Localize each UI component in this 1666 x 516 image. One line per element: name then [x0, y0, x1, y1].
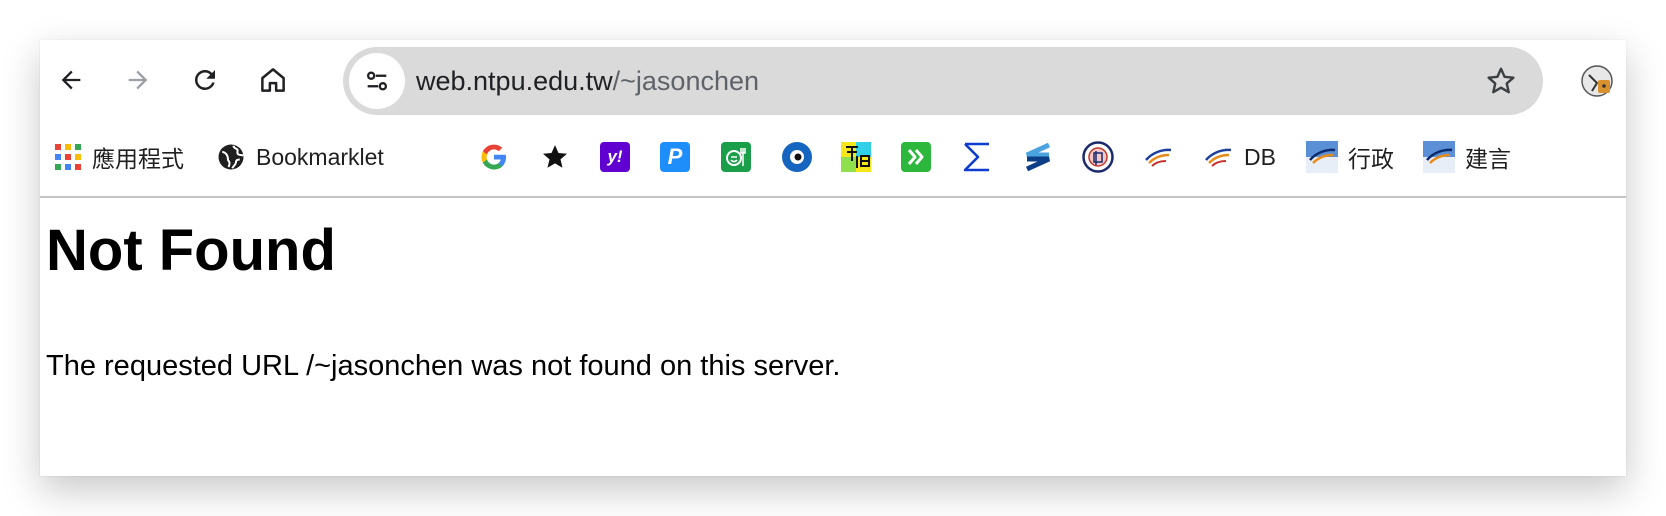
address-bar[interactable]: web.ntpu.edu.tw/~jasonchen	[343, 47, 1543, 115]
tune-icon	[366, 71, 388, 91]
bookmark-eye[interactable]	[781, 136, 813, 178]
bookmark-seal[interactable]	[1082, 136, 1114, 178]
home-icon	[261, 68, 285, 92]
bookmarks-bar: 應用程式 Bookmarklet y! P DB 行政 建言	[40, 122, 1626, 198]
url-path: /~jasonchen	[612, 66, 760, 96]
bird-logo-icon	[1145, 148, 1172, 167]
globe-icon	[218, 144, 245, 170]
bookmark-bookmarklet[interactable]: Bookmarklet	[216, 136, 384, 178]
browser-window: web.ntpu.edu.tw/~jasonchen 應用程式 Bookmark…	[40, 40, 1626, 476]
home-button[interactable]	[255, 62, 291, 98]
bookmark-apps[interactable]: 應用程式	[54, 136, 184, 178]
p-icon: P	[660, 142, 690, 172]
page-title: Not Found	[46, 218, 336, 283]
sigma-icon	[963, 142, 989, 172]
bird-logo-icon	[1205, 148, 1232, 167]
s-logo-icon	[1025, 142, 1051, 172]
reload-button[interactable]	[187, 62, 223, 98]
profile-button[interactable]	[1580, 64, 1614, 98]
reload-icon	[194, 69, 215, 90]
google-icon	[481, 144, 506, 170]
url-host: web.ntpu.edu.tw	[416, 66, 613, 96]
dictionary-icon	[841, 142, 871, 172]
bookmark-label: 行政	[1348, 146, 1394, 172]
bookmark-forward[interactable]	[901, 136, 931, 178]
bookmark-star-button[interactable]	[1483, 63, 1519, 99]
bookmark-yahoo[interactable]: y!	[600, 136, 630, 178]
bookmark-eat[interactable]	[721, 136, 751, 178]
bird-logo-icon	[1306, 141, 1338, 173]
site-info-button[interactable]	[349, 53, 405, 109]
arrow-right-icon	[128, 70, 148, 90]
forward-button[interactable]	[120, 62, 156, 98]
profile-avatar-icon	[1581, 65, 1613, 97]
apps-grid-icon	[55, 144, 81, 170]
bookmark-p[interactable]: P	[660, 136, 690, 178]
eat-icon	[721, 142, 751, 172]
star-outline-icon	[1487, 67, 1515, 94]
error-message: The requested URL /~jasonchen was not fo…	[46, 350, 841, 382]
bookmark-bird[interactable]	[1142, 136, 1174, 178]
seal-icon	[1082, 141, 1114, 173]
url-text[interactable]: web.ntpu.edu.tw/~jasonchen	[416, 65, 759, 97]
double-chevron-icon	[901, 142, 931, 172]
bookmark-s[interactable]	[1022, 136, 1054, 178]
bookmark-label: 應用程式	[92, 146, 184, 172]
bookmark-label: 建言	[1465, 146, 1511, 172]
browser-toolbar: web.ntpu.edu.tw/~jasonchen	[40, 40, 1626, 122]
bookmark-sigma[interactable]	[961, 136, 993, 178]
back-button[interactable]	[53, 62, 89, 98]
bookmark-dictionary[interactable]	[841, 136, 871, 178]
bookmark-label: DB	[1244, 143, 1276, 170]
bookmark-db[interactable]: DB	[1202, 136, 1276, 178]
eye-icon	[782, 142, 812, 172]
bookmark-admin[interactable]: 行政	[1306, 136, 1394, 178]
arrow-left-icon	[61, 70, 81, 90]
bookmark-label: Bookmarklet	[256, 143, 384, 170]
bookmark-google[interactable]	[479, 136, 509, 178]
yahoo-icon: y!	[600, 142, 630, 172]
star-icon	[543, 145, 567, 168]
bird-logo-icon	[1423, 141, 1455, 173]
bookmark-star[interactable]	[540, 136, 570, 178]
bookmark-suggest[interactable]: 建言	[1423, 136, 1511, 178]
